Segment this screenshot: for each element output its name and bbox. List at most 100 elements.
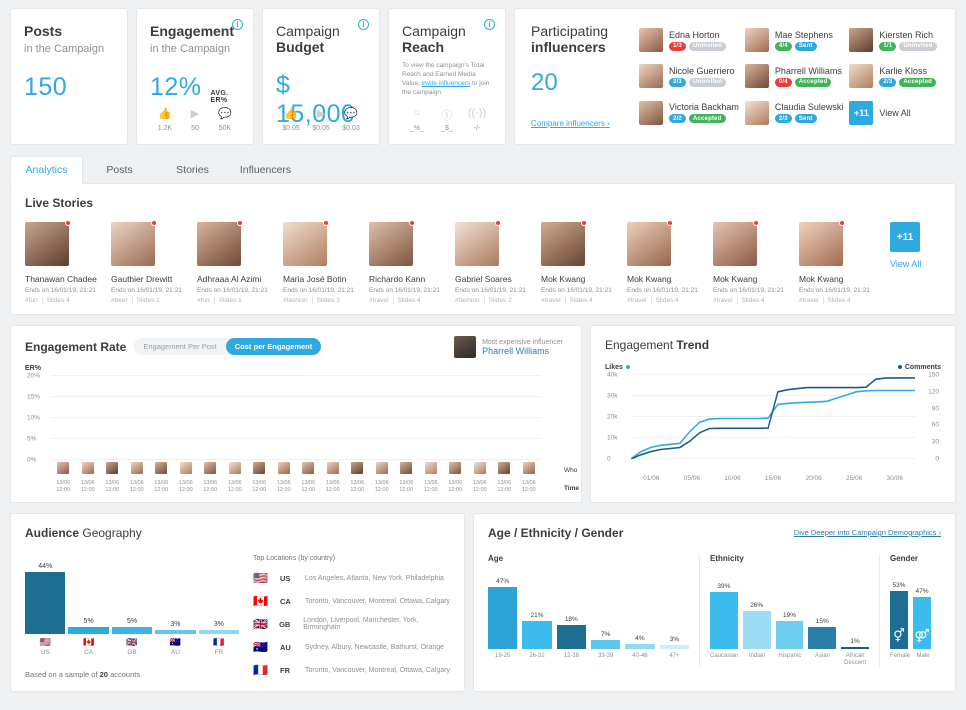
demo-bar[interactable]: ⚤	[913, 597, 931, 649]
influencer-avatar-icon[interactable]	[57, 462, 70, 474]
demo-bar[interactable]	[710, 591, 738, 649]
compare-influencers-link[interactable]: Compare influencers ›	[531, 119, 610, 128]
view-all-label[interactable]: View All	[879, 108, 910, 118]
x-axis-item[interactable]: 13/06 12:00	[517, 462, 542, 494]
story-thumbnail[interactable]	[455, 222, 499, 266]
demo-bar-column[interactable]: 18%	[556, 571, 586, 649]
influencer-avatar-icon[interactable]	[375, 462, 388, 474]
demo-bar[interactable]	[625, 643, 655, 649]
story-thumbnail[interactable]	[369, 222, 413, 266]
x-axis-item[interactable]: 13/06 12:00	[223, 462, 248, 494]
x-axis-item[interactable]: 13/06 12:00	[321, 462, 346, 494]
demo-bar-column[interactable]: 47%	[488, 571, 518, 649]
x-axis-item[interactable]: 13/06 12:00	[149, 462, 174, 494]
demo-bar[interactable]	[808, 627, 837, 649]
demo-bar[interactable]	[522, 621, 552, 649]
most-expensive-influencer[interactable]: Most expensive influencer Pharrell Willi…	[454, 336, 563, 358]
demo-bar-column[interactable]: 39%	[710, 571, 738, 649]
story-thumbnail[interactable]	[799, 222, 843, 266]
influencer-item[interactable]: Claudia Sulewski 2/3 Sent	[744, 96, 843, 130]
tab-stories[interactable]: Stories	[156, 157, 229, 183]
geo-bar-column[interactable]: 44%	[25, 563, 66, 634]
story-thumbnail[interactable]	[197, 222, 241, 266]
story-thumbnail[interactable]	[541, 222, 585, 266]
influencer-avatar-icon[interactable]	[204, 462, 217, 474]
x-axis-item[interactable]: 13/06 12:00	[174, 462, 199, 494]
x-axis-item[interactable]: 13/06 12:00	[394, 462, 419, 494]
influencer-avatar-icon[interactable]	[253, 462, 266, 474]
story-thumbnail[interactable]	[627, 222, 671, 266]
view-all-label[interactable]: View All	[890, 259, 945, 269]
demo-bar[interactable]	[841, 647, 869, 649]
geo-bar[interactable]	[155, 629, 196, 634]
story-item[interactable]: Mok Kwang Ends on 16/01/19, 21:21 #trave…	[713, 220, 799, 304]
x-axis-item[interactable]: 13/06 12:00	[468, 462, 493, 494]
influencer-avatar-icon[interactable]	[424, 462, 437, 474]
info-icon[interactable]: i	[484, 19, 495, 30]
invite-influencers-link[interactable]: invite influencers	[422, 80, 470, 87]
influencer-item[interactable]: Karlie Kloss 2/3 Accepted	[849, 59, 939, 93]
story-item[interactable]: Thanawan Chadee Ends on 16/01/19, 21:21 …	[25, 220, 111, 304]
demo-bar-column[interactable]: 47% ⚤	[913, 571, 931, 649]
tab-analytics[interactable]: Analytics	[10, 156, 83, 184]
influencer-item[interactable]: Victoria Backham 2/2 Accepted	[639, 96, 739, 130]
demo-bar-column[interactable]: 21%	[522, 571, 552, 649]
engagement-rate-toggle[interactable]: Engagement Per Post Cost per Engagement	[134, 338, 322, 355]
toggle-engagement-per-post[interactable]: Engagement Per Post	[134, 338, 225, 355]
legend-comments[interactable]: Comments	[897, 364, 941, 371]
x-axis-item[interactable]: 13/06 12:00	[76, 462, 101, 494]
dive-deeper-link[interactable]: Dive Deeper into Campaign Demographics ›	[794, 528, 941, 537]
influencer-avatar-icon[interactable]	[326, 462, 339, 474]
geo-bar[interactable]	[111, 627, 153, 634]
demo-bar[interactable]	[742, 610, 771, 649]
geo-bar[interactable]	[25, 572, 66, 634]
story-thumbnail[interactable]	[713, 222, 757, 266]
influencer-avatar-icon[interactable]	[498, 462, 511, 474]
x-axis-item[interactable]: 13/06 12:00	[443, 462, 468, 494]
x-axis-item[interactable]: 13/06 12:00	[272, 462, 297, 494]
story-item[interactable]: Gabriel Soares Ends on 16/01/19, 21:21 #…	[455, 220, 541, 304]
more-count-tile[interactable]: +11	[849, 100, 874, 125]
story-thumbnail[interactable]	[283, 222, 327, 266]
influencer-avatar-icon[interactable]	[522, 462, 535, 474]
x-axis-item[interactable]: 13/06 12:00	[370, 462, 395, 494]
influencer-avatar-icon[interactable]	[81, 462, 94, 474]
tab-influencers[interactable]: Influencers	[229, 157, 302, 183]
geo-bar[interactable]	[68, 627, 109, 634]
x-axis-item[interactable]: 13/06 12:00	[198, 462, 223, 494]
geo-bar-column[interactable]: 5%	[68, 618, 109, 634]
demo-bar[interactable]	[659, 645, 689, 649]
geo-bar-column[interactable]: 5%	[111, 618, 153, 634]
demo-bar-column[interactable]: 7%	[590, 571, 621, 649]
x-axis-item[interactable]: 13/06 12:00	[51, 462, 76, 494]
geo-bar[interactable]	[198, 629, 240, 634]
demo-bar[interactable]	[556, 625, 586, 649]
demo-bar-column[interactable]: 4%	[625, 571, 655, 649]
influencer-view-all[interactable]: +11 View All	[849, 96, 939, 130]
tab-posts[interactable]: Posts	[83, 157, 156, 183]
influencer-avatar-icon[interactable]	[130, 462, 143, 474]
influencer-avatar-icon[interactable]	[228, 462, 241, 474]
story-item[interactable]: Richardo Kann Ends on 16/01/19, 21:21 #t…	[369, 220, 455, 304]
toggle-cost-per-engagement[interactable]: Cost per Engagement	[225, 338, 322, 355]
story-item[interactable]: Maria José Botin Ends on 16/01/19, 21:21…	[283, 220, 369, 304]
demo-bar-column[interactable]: 15%	[808, 571, 837, 649]
geo-bar-column[interactable]: 3%	[198, 621, 240, 634]
x-axis-item[interactable]: 13/06 12:00	[100, 462, 125, 494]
demo-bar-column[interactable]: 1%	[841, 571, 869, 649]
x-axis-item[interactable]: 13/06 12:00	[345, 462, 370, 494]
geo-bar-column[interactable]: 3%	[155, 621, 196, 634]
more-count-tile[interactable]: +11	[890, 222, 920, 252]
story-item[interactable]: Mok Kwang Ends on 16/01/19, 21:21 #trave…	[799, 220, 885, 304]
demo-bar[interactable]: ⚥	[890, 590, 908, 649]
influencer-avatar-icon[interactable]	[155, 462, 168, 474]
influencer-avatar-icon[interactable]	[351, 462, 364, 474]
influencer-item[interactable]: Kiersten Rich 1/1 Uninvited	[849, 23, 939, 57]
info-icon[interactable]: i	[232, 19, 243, 30]
stories-view-all[interactable]: +11 View All	[885, 222, 945, 269]
demo-bar-column[interactable]: 19%	[775, 571, 804, 649]
influencer-avatar-icon[interactable]	[473, 462, 486, 474]
story-thumbnail[interactable]	[25, 222, 69, 266]
x-axis-item[interactable]: 13/06 12:00	[247, 462, 272, 494]
info-icon[interactable]: i	[358, 19, 369, 30]
